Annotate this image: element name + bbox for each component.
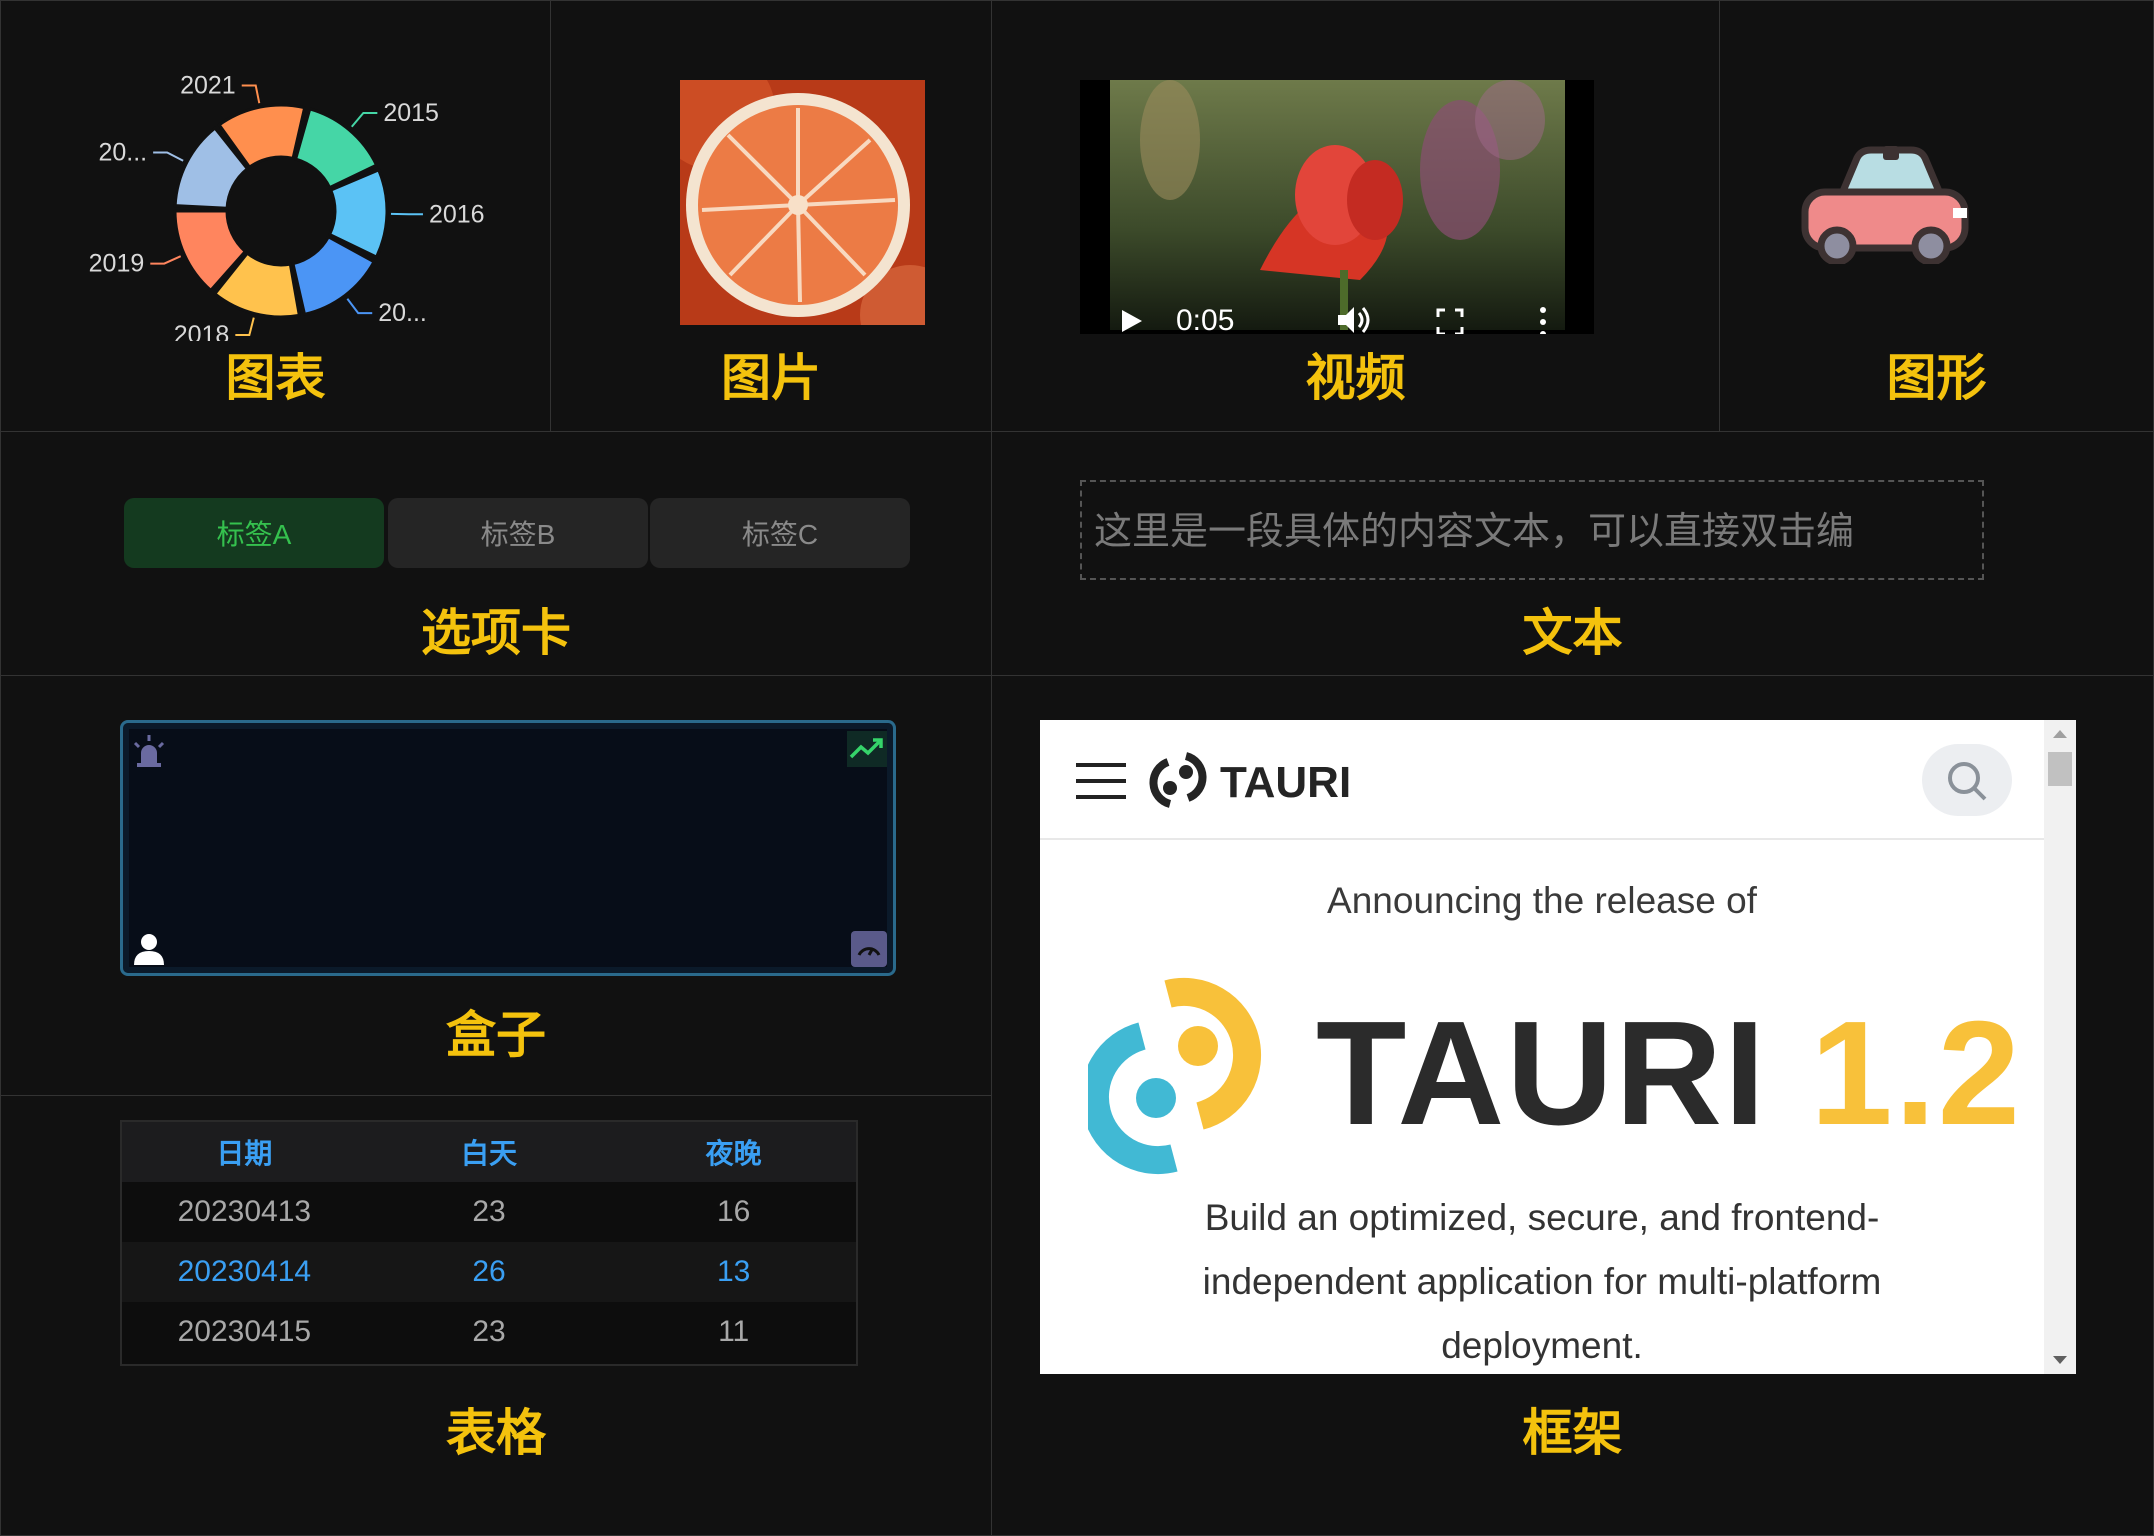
headline-name: TAURI — [1316, 991, 1768, 1156]
chart-caption: 图表 — [225, 349, 326, 407]
text-caption: 文本 — [1522, 604, 1623, 662]
tab-b[interactable]: 标签B — [388, 498, 648, 568]
tauri-big-logo — [1088, 978, 1261, 1174]
video-frame — [1110, 80, 1565, 330]
donut-label-0: 2015 — [383, 99, 439, 127]
header-day[interactable]: 白天 — [367, 1132, 612, 1172]
table-cell: 11 — [718, 1315, 750, 1348]
volume-icon[interactable] — [1336, 304, 1372, 334]
video-player[interactable]: 0:05 — [1080, 80, 1594, 334]
donut-label-6: 2021 — [180, 72, 236, 100]
table-cell: 13 — [716, 1255, 751, 1288]
scroll-up-icon[interactable] — [2052, 728, 2068, 740]
donut-label-5: 20... — [98, 139, 147, 167]
table-cell: 26 — [472, 1255, 506, 1288]
embedded-frame[interactable]: TAURI Announcing the release of TAURI 1.… — [1040, 720, 2076, 1374]
tab-a[interactable]: 标签A — [124, 498, 384, 568]
donut-label-4: 2019 — [89, 250, 145, 278]
more-icon[interactable] — [1538, 306, 1548, 334]
gauge-icon — [851, 931, 887, 967]
table-cell: 23 — [472, 1195, 506, 1228]
table-caption: 表格 — [446, 1404, 546, 1462]
table-cell: 20230414 — [177, 1255, 312, 1288]
table-row[interactable]: 20230414 26 13 — [122, 1242, 856, 1302]
trend-up-icon — [847, 731, 887, 767]
box-caption: 盒子 — [446, 1006, 546, 1064]
table-cell: 16 — [716, 1195, 751, 1228]
table-header: 日期 白天 夜晚 — [122, 1122, 856, 1182]
donut-label-2: 20... — [378, 299, 427, 327]
donut-label-line-5 — [153, 151, 184, 162]
donut-label-line-6 — [241, 84, 261, 104]
search-icon — [1948, 762, 1987, 801]
data-table: 日期 白天 夜晚 20230413 23 16 20230414 26 13 2… — [120, 1120, 858, 1366]
frame-scrollbar[interactable] — [2044, 720, 2076, 1374]
donut-chart: 2015 2016 20... 2018 2019 20... 2021 — [89, 72, 485, 341]
shape-caption: 图形 — [1886, 349, 1987, 407]
frame-announce: Announcing the release of — [1327, 880, 1757, 921]
table-cell: 20230415 — [177, 1315, 312, 1348]
user-icon — [134, 934, 164, 965]
frame-brand[interactable]: TAURI — [1220, 758, 1351, 808]
video-caption: 视频 — [1305, 349, 1406, 407]
search-button[interactable] — [1922, 744, 2012, 816]
video-time: 0:05 — [1176, 304, 1235, 334]
tabs-caption: 选项卡 — [421, 604, 571, 662]
scroll-down-icon[interactable] — [2052, 1354, 2068, 1366]
table-row[interactable]: 20230413 23 16 — [122, 1182, 856, 1242]
container-box[interactable] — [120, 720, 896, 976]
table-cell: 23 — [472, 1315, 506, 1348]
headline-version: 1.2 — [1810, 991, 2023, 1156]
menu-icon[interactable] — [1076, 762, 1126, 800]
alarm-light-icon — [133, 735, 165, 767]
fullscreen-icon[interactable] — [1436, 308, 1464, 334]
frame-caption: 框架 — [1522, 1404, 1623, 1462]
image-caption: 图片 — [721, 349, 821, 407]
table-row[interactable]: 20230415 23 11 — [122, 1302, 856, 1362]
tauri-logo[interactable] — [1148, 748, 1208, 812]
play-icon[interactable] — [1120, 308, 1144, 334]
car-icon — [1801, 146, 1969, 264]
table-cell: 20230413 — [177, 1195, 312, 1228]
frame-description: Build an optimized, secure, and frontend… — [1202, 1197, 1882, 1366]
editable-text[interactable]: 这里是一段具体的内容文本，可以直接双击编 — [1080, 480, 1984, 580]
donut-label-line-3 — [235, 317, 255, 337]
donut-label-1: 2016 — [429, 200, 485, 228]
tab-c[interactable]: 标签C — [650, 498, 910, 568]
frame-navbar: TAURI — [1040, 720, 2044, 840]
shape-card[interactable]: 图形 — [1719, 0, 2154, 432]
frame-headline: TAURI 1.2 — [1316, 1000, 2022, 1148]
donut-label-line-0 — [350, 112, 378, 128]
orange-image — [680, 80, 925, 325]
header-date[interactable]: 日期 — [122, 1132, 367, 1172]
chart-card[interactable]: 2015 2016 20... 2018 2019 20... 2021 图表 — [0, 0, 551, 432]
donut-label-3: 2018 — [174, 321, 230, 341]
scroll-thumb[interactable] — [2048, 752, 2072, 786]
header-night[interactable]: 夜晚 — [611, 1132, 856, 1172]
donut-label-line-4 — [150, 255, 182, 265]
donut-label-line-2 — [346, 298, 373, 315]
